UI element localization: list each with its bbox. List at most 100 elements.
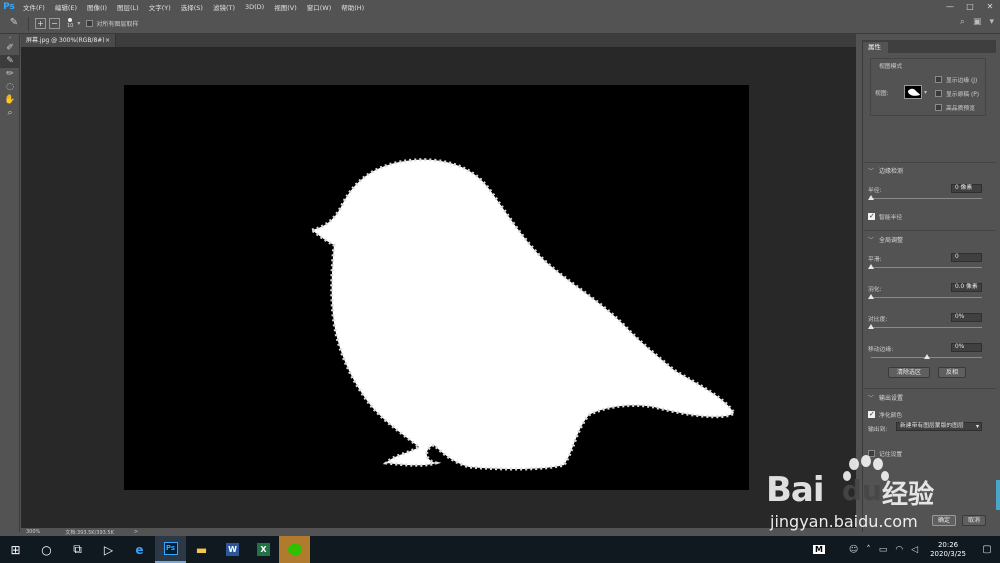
brush-size-value: 10 <box>67 23 74 29</box>
brush-size-picker[interactable]: 10 <box>67 18 73 29</box>
view-label: 视图: <box>875 91 889 97</box>
output-settings-header[interactable]: ﹀ 输出设置 <box>868 393 903 402</box>
global-refinement-header[interactable]: ﹀ 全局调整 <box>868 235 903 244</box>
smooth-slider-thumb[interactable] <box>868 264 874 269</box>
radius-slider-thumb[interactable] <box>868 195 874 200</box>
menu-bar: Ps 文件(F) 编辑(E) 图像(I) 图层(L) 文字(Y) 选择(S) 滤… <box>0 0 1000 14</box>
radius-slider[interactable] <box>871 198 982 199</box>
radius-label: 半径: <box>868 188 882 194</box>
lasso-tool-icon[interactable]: ◌ <box>0 81 20 94</box>
search-circle-icon[interactable]: ○ <box>31 536 62 563</box>
menu-image[interactable]: 图像(I) <box>82 2 112 12</box>
panel-scrollbar[interactable] <box>996 480 1000 510</box>
menu-file[interactable]: 文件(F) <box>18 2 50 12</box>
document-info[interactable]: 文档:393.5K/393.5K <box>65 529 114 536</box>
radius-input[interactable]: 0 像素 <box>951 184 982 193</box>
feather-input[interactable]: 0.0 像素 <box>951 283 982 292</box>
smooth-slider[interactable] <box>871 267 982 268</box>
menu-3d[interactable]: 3D(D) <box>240 3 269 11</box>
windows-start-icon[interactable]: ⊞ <box>0 536 31 563</box>
people-icon[interactable]: ☺ <box>849 545 858 555</box>
edge-browser-icon[interactable]: e <box>124 536 155 563</box>
chevron-up-icon[interactable]: ˄ <box>866 545 871 555</box>
smooth-input[interactable]: 0 <box>951 253 982 262</box>
windows-taskbar: ⊞ ○ ⧉ ▷ e Ps ▬ W X M ☺ ˄ ▭ ◠ ◁ 20:26 202… <box>0 536 1000 563</box>
cancel-button[interactable]: 取消 <box>962 515 986 526</box>
edge-detection-header[interactable]: ﹀ 边缘检测 <box>868 166 903 175</box>
status-menu-arrow[interactable]: > <box>134 529 138 535</box>
smart-radius-checkbox[interactable] <box>868 212 875 220</box>
window-controls: — □ ✕ <box>940 0 1000 14</box>
collapse-arrows-icon[interactable]: » <box>0 34 20 42</box>
shift-edge-label: 移动边缘: <box>868 347 894 353</box>
hand-tool-icon[interactable]: ✋ <box>0 94 20 107</box>
jingyan-brand-text: 经验 <box>882 480 935 510</box>
minimize-button[interactable]: — <box>940 0 960 14</box>
document-image[interactable] <box>124 85 749 490</box>
menu-edit[interactable]: 编辑(E) <box>50 2 82 12</box>
refine-edge-brush-icon[interactable]: ✎ <box>0 55 20 68</box>
file-explorer-icon[interactable]: ▬ <box>186 536 217 563</box>
battery-icon[interactable]: ▭ <box>879 545 888 555</box>
clock[interactable]: 20:26 2020/3/25 <box>930 541 966 559</box>
volume-icon[interactable]: ◁ <box>911 545 918 555</box>
ime-indicator[interactable]: M <box>812 545 825 554</box>
notification-icon[interactable]: ▢ <box>974 536 1000 563</box>
show-original-checkbox[interactable] <box>935 89 942 97</box>
brush-tool-icon[interactable]: ✏ <box>0 68 20 81</box>
menu-help[interactable]: 帮助(H) <box>336 2 369 12</box>
show-edges-checkbox[interactable] <box>935 75 942 83</box>
excel-icon[interactable]: X <box>248 536 279 563</box>
add-mode-icon[interactable]: + <box>35 18 46 29</box>
contrast-slider[interactable] <box>871 327 982 328</box>
quick-selection-tool-icon[interactable]: ✐ <box>0 42 20 55</box>
contrast-input[interactable]: 0% <box>951 313 982 322</box>
word-icon[interactable]: W <box>217 536 248 563</box>
menu-type[interactable]: 文字(Y) <box>144 2 176 12</box>
chevron-down-icon[interactable]: ▾ <box>77 20 80 27</box>
chevron-down-icon[interactable]: ▾ <box>989 17 994 27</box>
close-button[interactable]: ✕ <box>980 0 1000 14</box>
menu-view[interactable]: 视图(V) <box>269 2 302 12</box>
zoom-level[interactable]: 300% <box>26 529 40 535</box>
decontaminate-colors-label: 净化颜色 <box>879 413 903 419</box>
menu-window[interactable]: 窗口(W) <box>302 2 337 12</box>
contrast-label: 对比度: <box>868 317 888 323</box>
canvas-area[interactable] <box>21 47 856 528</box>
close-tab-icon[interactable]: × <box>105 34 110 47</box>
high-quality-preview-checkbox[interactable] <box>935 103 942 111</box>
clear-selection-button[interactable]: 清除选区 <box>888 367 930 378</box>
watermark-url: jingyan.baidu.com <box>770 512 918 531</box>
search-icon[interactable]: ⌕ <box>960 17 965 27</box>
maximize-button[interactable]: □ <box>960 0 980 14</box>
menu-filter[interactable]: 滤镜(T) <box>208 2 240 12</box>
clock-time: 20:26 <box>937 540 959 549</box>
wifi-icon[interactable]: ◠ <box>895 545 903 555</box>
zoom-tool-icon[interactable]: ⌕ <box>0 107 20 120</box>
tab-properties[interactable]: 属性 <box>863 42 888 53</box>
wechat-icon[interactable] <box>279 536 310 563</box>
refine-brush-icon[interactable]: ✎ <box>6 17 22 31</box>
photoshop-taskbar-icon[interactable]: Ps <box>155 536 186 563</box>
show-original-label: 显示原稿 (P) <box>946 92 980 98</box>
view-mode-picker[interactable] <box>904 85 922 99</box>
menu-select[interactable]: 选择(S) <box>176 2 208 12</box>
view-mode-group: 视图模式 视图: ▾ 显示边缘 (J) 显示原稿 (P) 高品质预览 <box>870 58 986 116</box>
subtract-mode-icon[interactable]: − <box>49 18 60 29</box>
workspace-icon[interactable]: ▣ <box>973 17 982 27</box>
task-view-icon[interactable]: ⧉ <box>62 536 93 563</box>
decontaminate-colors-checkbox[interactable] <box>868 410 875 418</box>
smooth-label: 平滑: <box>868 257 882 263</box>
contrast-slider-thumb[interactable] <box>868 324 874 329</box>
shift-edge-slider-thumb[interactable] <box>923 354 930 359</box>
feather-slider[interactable] <box>871 297 982 298</box>
output-to-select[interactable]: 新建带有图层蒙版的图层 ▾ <box>896 422 982 431</box>
media-player-icon[interactable]: ▷ <box>93 536 124 563</box>
sample-all-layers-checkbox[interactable] <box>86 20 94 27</box>
invert-button[interactable]: 反相 <box>938 367 966 378</box>
menu-layer[interactable]: 图层(L) <box>112 2 144 12</box>
feather-slider-thumb[interactable] <box>868 294 874 299</box>
shift-edge-input[interactable]: 0% <box>951 343 982 352</box>
document-tab[interactable]: 屏幕.jpg @ 300%(RGB/8#) × <box>21 34 116 47</box>
chevron-down-icon[interactable]: ▾ <box>924 89 927 96</box>
